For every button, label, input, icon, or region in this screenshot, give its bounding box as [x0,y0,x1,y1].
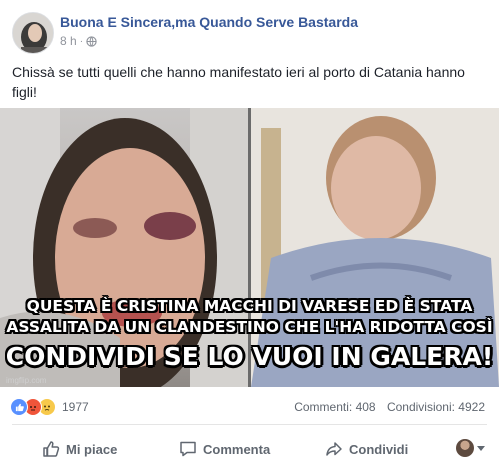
page-name-link[interactable]: Buona E Sincera,ma Quando Serve Bastarda [60,14,358,30]
post-meta: 8 h · [60,34,97,48]
separator-dot: · [79,35,84,47]
speech-bubble-icon [180,441,196,457]
thumb-up-icon [15,403,24,411]
chevron-down-icon [477,445,485,451]
share-button-label: Condividi [349,441,409,457]
profile-selector[interactable] [456,439,485,457]
post-stats: Commenti: 408 Condivisioni: 4922 [294,400,485,414]
user-avatar [456,439,474,457]
post-caption: Chissà se tutti quelli che hanno manifes… [12,64,465,100]
comments-count-link[interactable]: Commenti: 408 [294,400,375,414]
image-text-overlay: QUESTA È CRISTINA MACCHI DI VARESE ED È … [0,296,499,374]
like-button-label: Mi piace [66,441,118,457]
page-avatar[interactable] [12,12,54,54]
angry-face-icon [27,401,39,413]
overlay-line-3: CONDIVIDI SE LO VUOI IN GALERA! [5,342,494,371]
avatar-image [13,13,53,53]
overlay-line-1: QUESTA È CRISTINA MACCHI DI VARESE ED È … [26,297,473,315]
sad-face-icon [41,401,53,413]
facebook-post: Buona E Sincera,ma Quando Serve Bastarda… [0,0,499,472]
post-actions-bar: Mi piace Commenta Condividi [0,432,499,466]
share-arrow-icon [326,442,342,456]
shares-count-link[interactable]: Condivisioni: 4922 [387,400,485,414]
comment-button-label: Commenta [203,441,271,457]
reactions-summary[interactable]: 1977 [10,398,89,416]
thumb-up-icon [43,441,60,457]
divider [12,424,487,425]
like-button[interactable]: Mi piace [42,440,117,458]
comment-button[interactable]: Commenta [179,440,270,458]
share-button[interactable]: Condividi [325,440,408,458]
like-reaction-icon [10,398,28,416]
globe-icon[interactable] [86,35,97,47]
overlay-line-2: ASSALITA DA UN CLANDESTINO CHE L'HA RIDO… [6,318,493,336]
reactions-count: 1977 [62,400,89,414]
image-watermark: imgflip.com [6,376,47,385]
post-image[interactable]: QUESTA È CRISTINA MACCHI DI VARESE ED È … [0,108,499,387]
post-time[interactable]: 8 h [60,34,77,48]
